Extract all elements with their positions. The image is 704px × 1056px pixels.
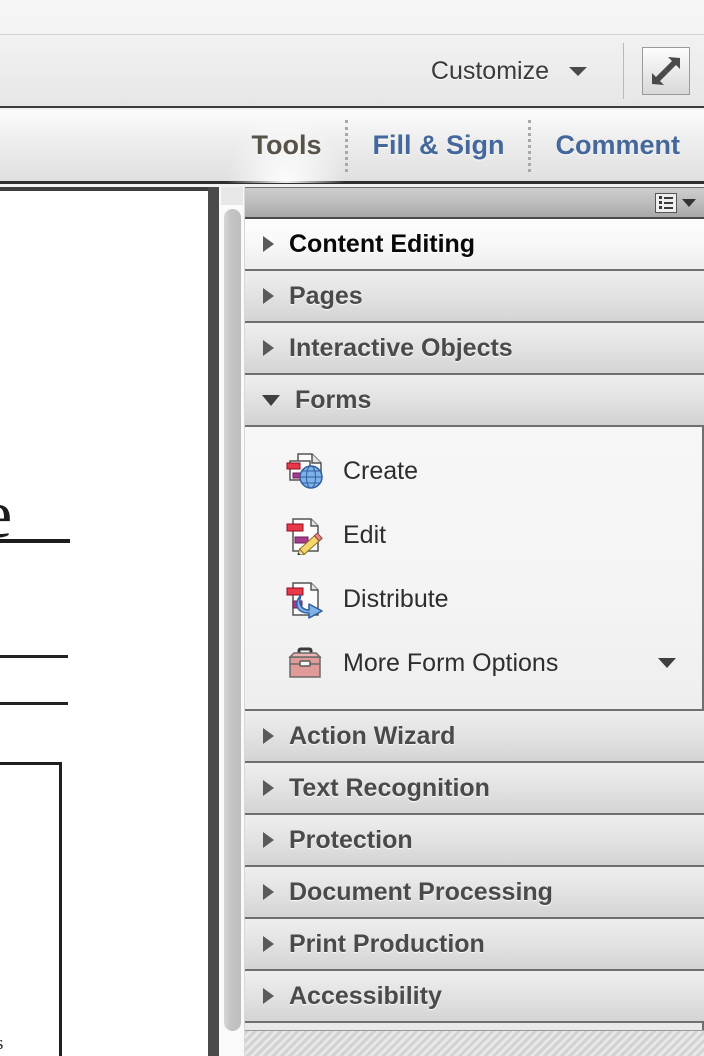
triangle-right-icon — [263, 988, 274, 1004]
forms-tools-list: Create Edit Distribute More Form Options — [245, 427, 704, 711]
expand-diagonal-arrows-icon — [652, 57, 680, 85]
tool-label: Distribute — [343, 584, 449, 613]
tools-panel: Content Editing Pages Interactive Object… — [245, 187, 704, 1056]
triangle-right-icon — [263, 236, 274, 252]
customize-toolbar: Customize — [0, 36, 704, 108]
category-label: Forms — [295, 385, 372, 414]
tool-item-more-form-options[interactable]: More Form Options — [245, 631, 704, 695]
triangle-right-icon — [263, 340, 274, 356]
triangle-right-icon — [263, 728, 274, 744]
document-rule-line — [0, 655, 68, 658]
chevron-down-icon — [569, 66, 587, 76]
customize-button[interactable]: Customize — [421, 53, 597, 90]
category-label: Text Recognition — [289, 773, 490, 802]
triangle-down-icon — [262, 394, 280, 406]
tool-item-edit[interactable]: Edit — [245, 503, 704, 567]
document-panel-divider — [208, 187, 219, 1056]
tab-fill-and-sign[interactable]: Fill & Sign — [348, 109, 528, 183]
category-label: Document Processing — [289, 877, 553, 906]
tool-label: Edit — [343, 520, 387, 549]
category-action-wizard[interactable]: Action Wizard — [245, 711, 704, 763]
chevron-down-icon[interactable] — [658, 658, 676, 668]
triangle-right-icon — [263, 780, 274, 796]
tools-panel-header — [245, 188, 704, 219]
category-content-editing[interactable]: Content Editing — [245, 219, 704, 271]
form-edit-pencil-icon — [286, 518, 323, 555]
scrollbar-thumb[interactable] — [224, 209, 241, 1031]
category-forms[interactable]: Forms — [245, 375, 704, 427]
category-accessibility[interactable]: Accessibility — [245, 971, 704, 1023]
list-view-icon[interactable] — [655, 192, 677, 213]
document-vertical-scrollbar[interactable] — [219, 187, 245, 1056]
tab-comment[interactable]: Comment — [531, 109, 704, 183]
category-label: Accessibility — [289, 981, 442, 1010]
triangle-right-icon — [263, 832, 274, 848]
window-top-strip — [0, 0, 704, 35]
triangle-right-icon — [263, 884, 274, 900]
form-create-web-icon — [286, 453, 323, 489]
category-interactive-objects[interactable]: Interactive Objects — [245, 323, 704, 375]
category-document-processing[interactable]: Document Processing — [245, 867, 704, 919]
expand-view-button[interactable] — [642, 47, 690, 95]
triangle-right-icon — [263, 936, 274, 952]
main-tabs-bar: Tools Fill & Sign Comment — [0, 108, 704, 184]
category-print-production[interactable]: Print Production — [245, 919, 704, 971]
tool-item-create[interactable]: Create — [245, 439, 704, 503]
category-label: Print Production — [289, 929, 485, 958]
toolbox-icon — [288, 647, 322, 678]
tab-fill-and-sign-label: Fill & Sign — [372, 130, 505, 160]
triangle-right-icon — [263, 288, 274, 304]
category-label: Pages — [289, 281, 363, 310]
document-rule-line — [0, 702, 68, 705]
scrollbar-top-cap — [221, 187, 243, 205]
tool-label: Create — [343, 456, 419, 485]
category-protection[interactable]: Protection — [245, 815, 704, 867]
category-label: Protection — [289, 825, 413, 854]
acrobat-tools-window: Customize Tools Fill & Sign Comment e — [0, 0, 704, 1056]
tool-label: More Form Options — [343, 648, 559, 677]
panel-resize-hatch-area[interactable] — [245, 1030, 704, 1056]
category-label: Action Wizard — [289, 721, 456, 750]
panel-menu-chevron-down-icon[interactable] — [682, 198, 696, 207]
category-label: Content Editing — [289, 229, 476, 258]
category-text-recognition[interactable]: Text Recognition — [245, 763, 704, 815]
toolbar-divider — [623, 43, 624, 99]
tool-item-distribute[interactable]: Distribute — [245, 567, 704, 631]
tab-tools-label: Tools — [251, 130, 322, 160]
customize-label: Customize — [430, 56, 549, 85]
tab-tools[interactable]: Tools — [227, 108, 346, 183]
document-text-fragment: s — [0, 1033, 3, 1055]
document-table-box — [0, 762, 62, 1056]
category-pages[interactable]: Pages — [245, 271, 704, 323]
document-top-border — [0, 187, 208, 191]
tab-comment-label: Comment — [555, 130, 680, 160]
document-page-view[interactable]: e s — [0, 187, 208, 1056]
document-underline — [0, 539, 70, 543]
category-label: Interactive Objects — [289, 333, 513, 362]
form-distribute-arrow-icon — [286, 582, 323, 619]
